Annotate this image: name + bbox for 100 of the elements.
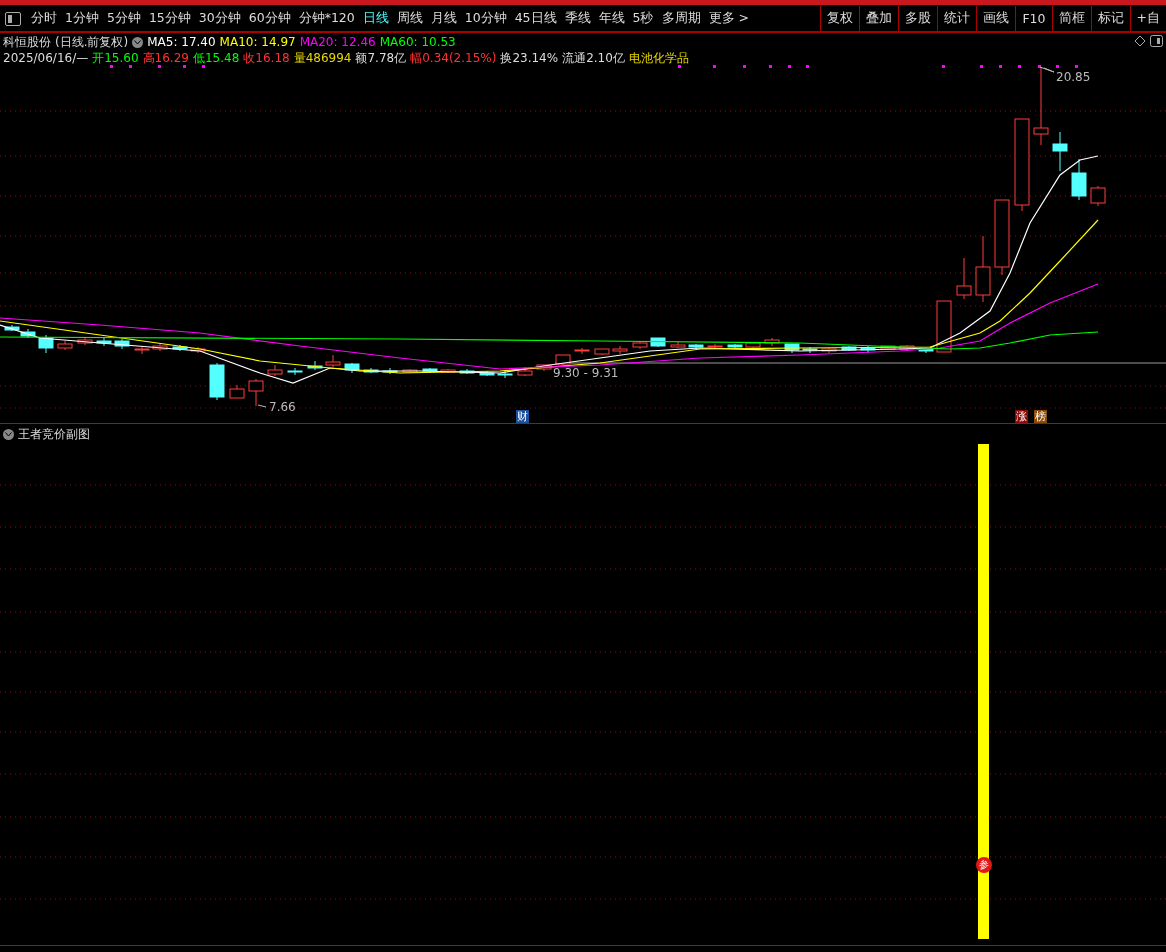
toolbar-button[interactable]: 画线 [976, 6, 1016, 31]
leader-line [257, 404, 267, 408]
candlestick [267, 364, 283, 377]
candlestick [325, 354, 341, 368]
candlestick [880, 345, 896, 351]
candlestick [20, 328, 36, 339]
candlestick [650, 337, 666, 348]
candlestick [57, 340, 73, 351]
dropdown-icon[interactable] [132, 36, 144, 48]
event-marker[interactable]: 涨 [1015, 410, 1028, 423]
period-tab[interactable]: 多周期 [657, 10, 705, 27]
high-price-label: 20.85 [1056, 71, 1091, 84]
toolbar-button[interactable]: F10 [1015, 6, 1052, 31]
candlestick [555, 354, 571, 366]
quote-value: 电池化学品 [628, 50, 689, 66]
candlestick [96, 337, 112, 347]
candlestick [248, 378, 264, 407]
candlestick [497, 370, 513, 379]
period-tab[interactable]: 60分钟 [244, 10, 295, 27]
candlestick [841, 345, 857, 352]
quote-value: 量486994 [293, 50, 352, 66]
stock-name: 科恒股份 [3, 34, 51, 50]
candlestick [536, 364, 552, 372]
candlestick [344, 362, 360, 374]
toolbar-button[interactable]: +自 [1129, 6, 1166, 31]
period-tab[interactable]: 季线 [560, 10, 595, 27]
candlestick [727, 343, 743, 350]
panel-toggle-icon[interactable] [1150, 35, 1163, 47]
candlestick [209, 362, 225, 401]
quote-value: 额7.78亿 [355, 50, 407, 66]
candlestick [802, 346, 818, 354]
ma-value: MA60: 10.53 [379, 34, 456, 50]
quote-value: 低15.48 [192, 50, 240, 66]
subchart-title: 王者竞价副图 [18, 426, 90, 443]
toolbar-button[interactable]: 标记 [1090, 6, 1130, 31]
period-tab[interactable]: 日线 [358, 10, 393, 27]
period-tab[interactable]: 周线 [392, 10, 427, 27]
candlestick [134, 345, 150, 355]
candlestick [1071, 158, 1087, 201]
candlestick [707, 343, 723, 350]
candlestick [574, 347, 590, 355]
diamond-icon[interactable] [1134, 35, 1146, 47]
candlestick [77, 337, 93, 346]
candlestick [479, 370, 495, 377]
period-tab[interactable]: 10分钟 [460, 10, 511, 27]
price-range-label: 9.30 - 9.31 [553, 366, 619, 380]
panel-toggle-icon[interactable] [5, 11, 21, 26]
period-tab[interactable]: 5秒 [628, 10, 658, 27]
candlestick [422, 367, 438, 374]
quote-value: 收16.18 [243, 50, 290, 66]
candlestick [784, 343, 800, 354]
candlestick [670, 341, 686, 349]
period-tab[interactable]: 分钟*120 [294, 10, 359, 27]
candlestick [956, 257, 972, 300]
candlestick [190, 346, 206, 354]
period-tab[interactable]: 1分钟 [61, 10, 103, 27]
candlestick [936, 300, 952, 353]
candlestick [860, 345, 876, 354]
period-tab[interactable]: 30分钟 [194, 10, 245, 27]
quote-value: 幅0.34(2.15%) [410, 50, 497, 66]
period-tab[interactable]: 更多 > [704, 10, 753, 27]
candlestick [594, 348, 610, 356]
period-tab[interactable]: 5分钟 [102, 10, 145, 27]
candlestick [975, 235, 991, 303]
toolbar-button[interactable]: 多股 [898, 6, 938, 31]
candlestick [899, 344, 915, 351]
leader-line [1039, 66, 1055, 73]
period-tab[interactable]: 年线 [594, 10, 629, 27]
chart-mode: (日线.前复权) [55, 34, 129, 50]
candlestick [745, 341, 761, 349]
low-price-label: 7.66 [269, 400, 296, 414]
period-tab[interactable]: 45日线 [510, 10, 561, 27]
toolbar-button[interactable]: 叠加 [859, 6, 899, 31]
toolbar-button[interactable]: 简框 [1051, 6, 1091, 31]
ma-value: MA5: 17.40 [147, 34, 216, 50]
candlestick [38, 334, 54, 354]
ma-value: MA20: 12.46 [299, 34, 376, 50]
candlestick [229, 384, 245, 399]
collapse-icon[interactable] [3, 429, 14, 440]
candlestick [1090, 185, 1106, 207]
candlestick [307, 360, 323, 371]
candlestick [114, 338, 130, 350]
candlestick [764, 337, 780, 347]
candlestick [459, 368, 475, 375]
toolbar-button[interactable]: 统计 [937, 6, 977, 31]
period-tab[interactable]: 15分钟 [144, 10, 195, 27]
candlestick [612, 345, 628, 355]
period-tab[interactable]: 分时 [27, 10, 61, 27]
candlestick [821, 347, 837, 354]
candlestick [632, 341, 648, 350]
quote-value: 换23.14% [500, 50, 559, 66]
quote-value: 高16.29 [142, 50, 189, 66]
signal-badge: 参 [976, 857, 992, 873]
event-marker[interactable]: 榜 [1034, 410, 1047, 423]
candlestick [440, 368, 456, 374]
period-tab[interactable]: 月线 [426, 10, 461, 27]
candlestick [1052, 131, 1068, 172]
event-marker[interactable]: 财 [516, 410, 529, 423]
toolbar-button[interactable]: 复权 [820, 6, 860, 31]
candlestick [172, 344, 188, 352]
